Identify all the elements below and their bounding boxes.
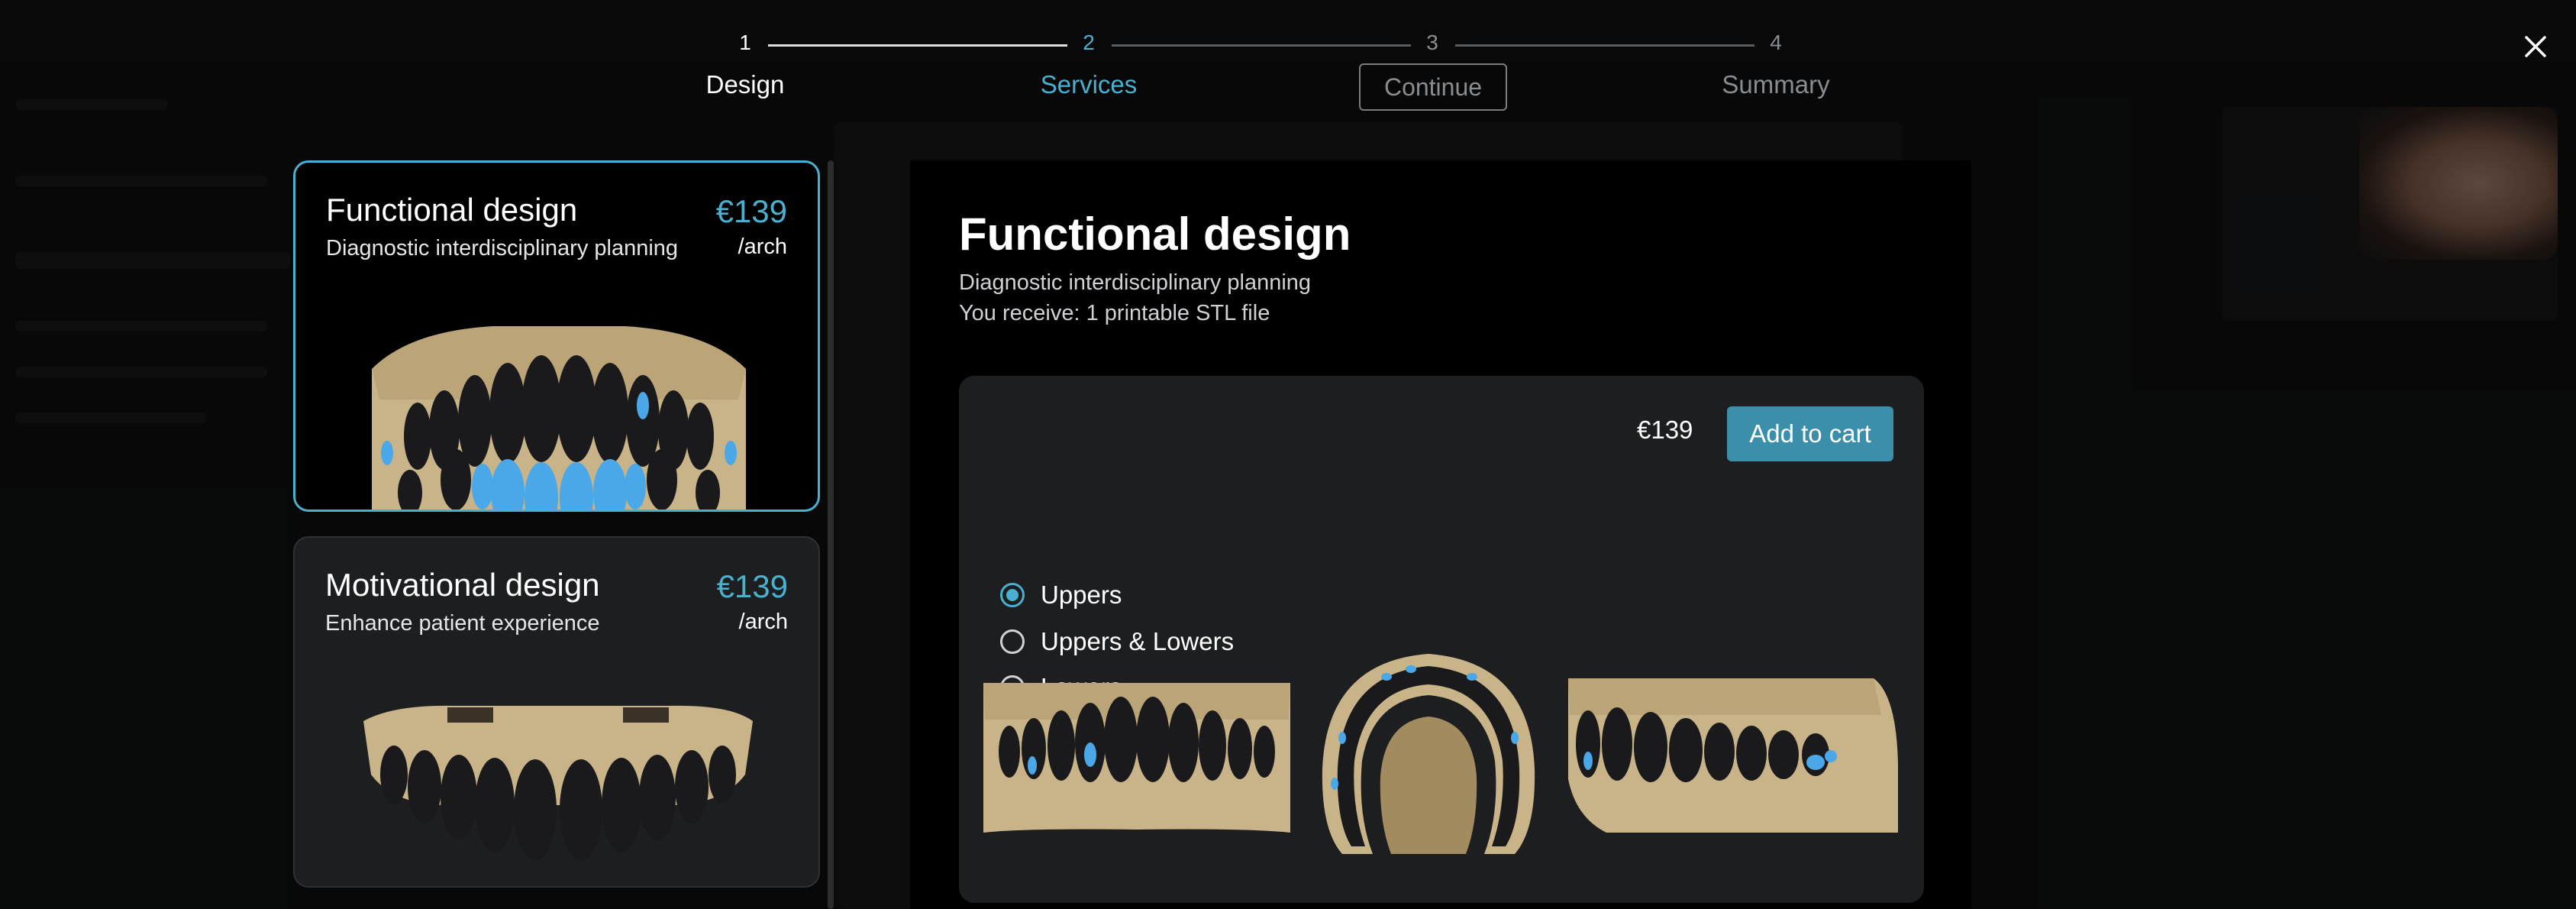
design-card-motivational[interactable]: Motivational design Enhance patient expe… [293, 536, 820, 888]
close-icon [2525, 36, 2546, 57]
step-1-label[interactable]: Design [646, 70, 844, 99]
continue-button[interactable]: Continue [1359, 63, 1507, 111]
app-root: 1 Design 2 Services 3 Continue 4 Summary… [0, 0, 2576, 909]
step-connector [1112, 44, 1411, 47]
card-list-scrollbar[interactable] [828, 160, 834, 909]
card-title: Motivational design [325, 567, 600, 603]
option-uppers-and-lowers[interactable]: Uppers & Lowers [1000, 623, 1234, 661]
detail-description: Diagnostic interdisciplinary planning [959, 270, 1312, 295]
card-title: Functional design [326, 192, 578, 228]
option-label: Uppers & Lowers [1041, 627, 1235, 655]
motivational-design-image [363, 705, 753, 860]
card-price-unit: /arch [738, 235, 787, 259]
step-2-number: 2 [1083, 31, 1095, 54]
step-connector [1455, 44, 1754, 47]
detail-title: Functional design [959, 209, 1351, 260]
card-subtitle: Diagnostic interdisciplinary planning [326, 236, 679, 260]
card-price: €139 [715, 193, 787, 229]
occlusal-view-image [1322, 654, 1535, 854]
close-button[interactable] [2516, 27, 2555, 66]
card-subtitle: Enhance patient experience [325, 611, 600, 636]
step-1-number: 1 [739, 31, 751, 54]
card-price-unit: /arch [738, 610, 788, 634]
step-4-number: 4 [1770, 31, 1782, 54]
design-detail-panel: Functional design Diagnostic interdiscip… [910, 160, 1971, 909]
card-price: €139 [716, 568, 788, 604]
detail-deliverable: You receive: 1 printable STL file [959, 301, 1270, 325]
side-view-image [1568, 678, 1898, 833]
option-label: Uppers [1041, 581, 1122, 609]
option-uppers[interactable]: Uppers [1000, 576, 1122, 614]
step-4-label: Summary [1722, 70, 1830, 99]
front-view-image [983, 683, 1290, 833]
add-to-cart-button[interactable]: Add to cart [1727, 406, 1893, 461]
step-connector [768, 44, 1067, 47]
functional-design-image [372, 326, 746, 509]
radio-icon[interactable] [1000, 629, 1025, 654]
step-3-number: 3 [1426, 31, 1438, 54]
radio-selected-icon[interactable] [1000, 583, 1025, 607]
design-card-functional[interactable]: Functional design Diagnostic interdiscip… [293, 160, 820, 512]
option-price: €139 [1637, 416, 1693, 444]
checkout-stepper: 1 Design 2 Services 3 Continue 4 Summary [0, 0, 2576, 122]
arch-options-box: Uppers Uppers & Lowers Lowers €139 Add t… [959, 376, 1924, 903]
step-2-label[interactable]: Services [989, 70, 1188, 99]
